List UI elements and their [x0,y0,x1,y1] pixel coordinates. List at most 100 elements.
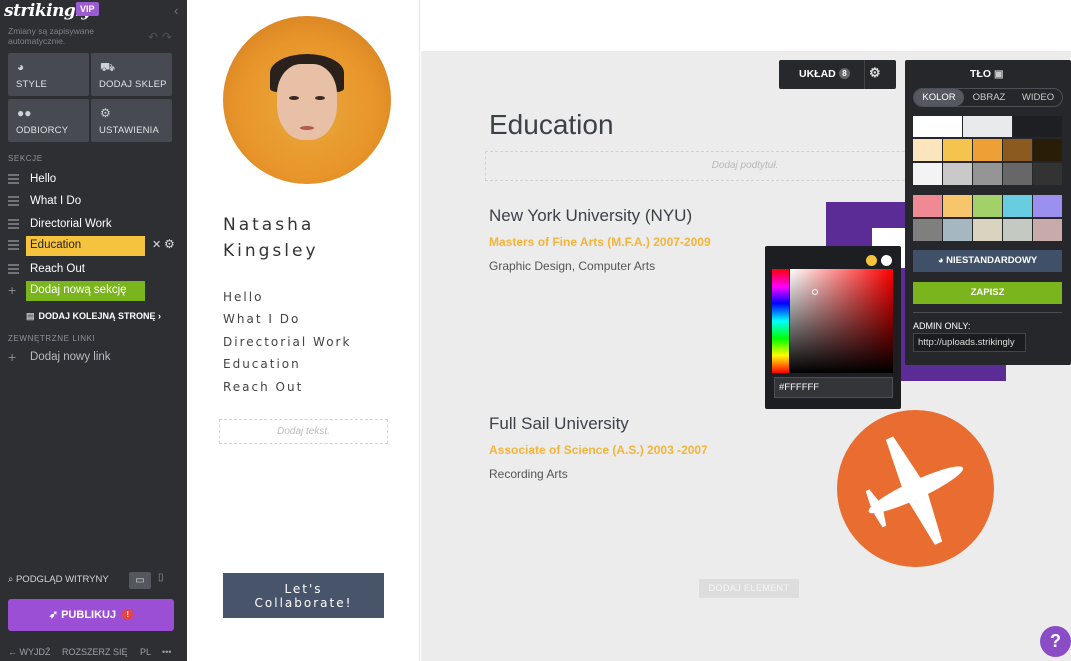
color-swatch[interactable] [1033,139,1062,161]
plus-icon[interactable]: + [8,349,16,365]
redo-icon[interactable]: ↷ [162,30,172,44]
site-sidebar: Natasha Kingsley Hello What I Do Directo… [187,0,420,661]
hex-input[interactable]: #FFFFFF [774,377,893,398]
site-owner-name[interactable]: Natasha Kingsley [223,212,319,264]
color-swatch[interactable] [913,195,942,217]
drag-handle-icon[interactable] [8,174,19,186]
site-nav-reach-out[interactable]: Reach Out [223,380,303,394]
section-settings-icon[interactable]: ⚙ [164,237,175,251]
sidebar-item-label: Hello [30,173,57,185]
drag-handle-icon[interactable] [8,264,19,276]
add-text-placeholder[interactable]: Dodaj tekst. [219,419,388,444]
style-label: STYLE [16,79,48,90]
search-icon: ⌕ [8,574,14,585]
add-link-button[interactable]: Dodaj nowy link [30,351,111,363]
color-swatch[interactable] [1003,219,1032,241]
custom-color-button[interactable]: ◕ NIESTANDARDOWY [913,250,1062,272]
save-button[interactable]: ZAPISZ [913,282,1062,304]
airplane-image[interactable] [837,410,994,567]
site-nav-hello[interactable]: Hello [223,290,263,304]
section-title[interactable]: Education [489,109,614,141]
publish-alert-badge: ! [122,609,134,620]
drag-handle-icon[interactable] [8,240,19,252]
color-swatch[interactable] [1003,163,1032,185]
recent-color-swatch[interactable] [866,255,877,266]
desktop-view-icon[interactable]: ▭ [129,572,151,589]
color-swatch[interactable] [943,163,972,185]
field-text[interactable]: Recording Arts [489,467,568,481]
saturation-value-picker[interactable] [790,269,893,373]
sidebar-item-label: Education [26,236,145,256]
admin-url-field[interactable]: http://uploads.strikingly [913,333,1026,352]
recent-color-swatch[interactable] [881,255,892,266]
hue-slider[interactable] [772,269,789,373]
profile-photo[interactable] [223,16,391,184]
color-swatch[interactable] [973,219,1002,241]
site-nav-directorial-work[interactable]: Directorial Work [223,335,351,349]
color-swatch[interactable] [913,219,942,241]
color-swatch[interactable] [973,163,1002,185]
color-swatch[interactable] [1013,116,1062,137]
add-page-button[interactable]: ▤ DODAJ KOLEJNĄ STRONĘ › [26,311,161,322]
gear-icon: ⚙ [100,106,111,120]
color-swatch[interactable] [963,116,1012,137]
color-swatch[interactable] [913,139,942,161]
delete-section-icon[interactable]: ✕ [152,238,161,251]
site-nav-what-i-do[interactable]: What I Do [223,312,300,326]
help-button[interactable]: ? [1040,626,1071,657]
sidebar-item-directorial-work[interactable]: Directorial Work [0,215,187,235]
add-section-button[interactable]: Dodaj nową sekcję [26,281,145,301]
collaborate-button[interactable]: Let's Collaborate! [223,573,384,618]
color-swatch[interactable] [943,219,972,241]
exit-label: WYJDŹ [19,647,51,657]
field-text[interactable]: Graphic Design, Computer Arts [489,259,655,273]
layout-button[interactable]: UKŁAD 8 ⚙ [779,60,896,89]
gear-icon[interactable]: ⚙ [869,65,881,81]
exit-button[interactable]: ← WYJDŹ [8,647,51,657]
mobile-view-icon[interactable]: ▯ [158,572,164,583]
sidebar-item-what-i-do[interactable]: What I Do [0,192,187,212]
sidebar-item-reach-out[interactable]: Reach Out [0,260,187,280]
color-swatch[interactable] [1033,219,1062,241]
degree-text[interactable]: Masters of Fine Arts (M.F.A.) 2007-2009 [489,235,711,249]
add-element-button[interactable]: DODAJ ELEMENT [699,579,799,598]
color-swatch[interactable] [913,163,942,185]
picker-knob[interactable] [812,289,818,295]
school-title[interactable]: Full Sail University [489,414,629,434]
add-page-label: DODAJ KOLEJNĄ STRONĘ [38,311,156,321]
collaborate-line: Collaborate! [254,596,353,610]
color-swatch[interactable] [943,139,972,161]
more-button[interactable]: ••• [162,647,171,657]
audience-button[interactable]: ●● ODBIORCY [8,99,89,142]
tab-color[interactable]: KOLOR [914,89,964,106]
plus-icon[interactable]: + [8,282,16,298]
undo-icon[interactable]: ↶ [148,30,158,44]
expand-button[interactable]: ROZSZERZ SIĘ [62,647,128,657]
drag-handle-icon[interactable] [8,196,19,208]
tab-video[interactable]: WIDEO [1014,89,1062,106]
color-swatch[interactable] [973,139,1002,161]
degree-text[interactable]: Associate of Science (A.S.) 2003 -2007 [489,443,708,457]
publish-button[interactable]: ➶ PUBLIKUJ ! [8,599,174,631]
sidebar-item-label: Directorial Work [30,218,112,230]
color-swatch[interactable] [1033,163,1062,185]
color-swatch[interactable] [973,195,1002,217]
color-swatch[interactable] [1003,139,1032,161]
color-swatch[interactable] [913,116,962,137]
sidebar-item-hello[interactable]: Hello [0,170,187,190]
color-swatch[interactable] [943,195,972,217]
sidebar-item-label: Reach Out [30,263,85,275]
drag-handle-icon[interactable] [8,219,19,231]
add-shop-button[interactable]: ⛟ DODAJ SKLEP [91,53,172,96]
color-swatch[interactable] [1033,195,1062,217]
school-title[interactable]: New York University (NYU) [489,206,692,226]
sidebar-item-education[interactable]: Education ✕ ⚙ [0,236,187,256]
color-swatch[interactable] [1003,195,1032,217]
language-button[interactable]: PL [140,647,151,657]
preview-site-button[interactable]: ⌕ PODGLĄD WITRYNY [8,574,109,585]
tab-image[interactable]: OBRAZ [964,89,1014,106]
site-nav-education[interactable]: Education [223,357,301,371]
collapse-sidebar-icon[interactable]: ‹ [174,3,178,18]
settings-button[interactable]: ⚙ USTAWIENIA [91,99,172,142]
style-button[interactable]: ◕ STYLE [8,53,89,96]
